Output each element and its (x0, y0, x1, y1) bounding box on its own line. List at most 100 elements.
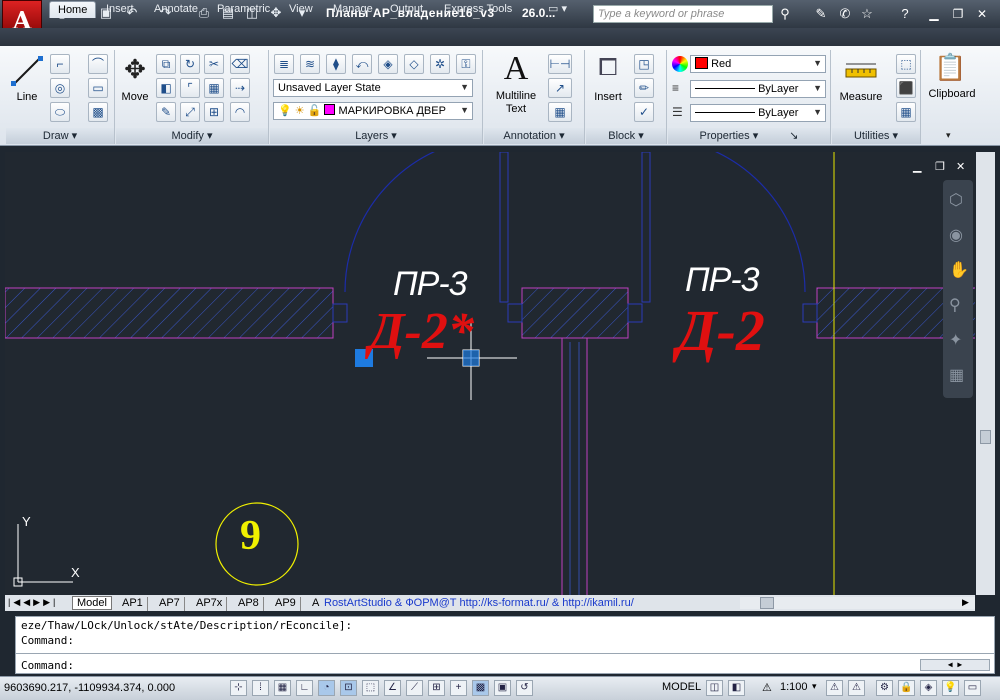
transparency-icon[interactable]: ▩ (472, 680, 489, 696)
chevron-down-icon[interactable]: ▾ (812, 681, 817, 692)
properties-panel-title[interactable]: Properties ▾ ↘ (668, 128, 830, 144)
quick-view-layouts-icon[interactable]: ◫ (706, 680, 723, 696)
circle-icon[interactable]: ◎ (50, 78, 70, 98)
edit-attributes-icon[interactable]: ✓ (634, 102, 654, 122)
block-panel-title[interactable]: Block ▾ (586, 128, 666, 144)
tab-manage[interactable]: Manage (325, 1, 381, 18)
quick-select-icon[interactable]: ⬚ (896, 54, 916, 74)
lineweight-icon[interactable]: ☰ (672, 105, 688, 119)
toolbar-lock-icon[interactable]: 🔒 (898, 680, 915, 696)
close-icon[interactable]: ✕ (972, 6, 992, 22)
viewport-minimize-icon[interactable]: ▁ (913, 160, 921, 173)
polyline-icon[interactable]: ⌐ (50, 54, 70, 74)
workspace-switching-icon[interactable]: ⚙ (876, 680, 893, 696)
tab-layout-ap1[interactable]: AP1 (118, 597, 148, 611)
color-wheel-icon[interactable] (672, 56, 688, 72)
lineweight-toggle-icon[interactable]: + (450, 680, 467, 696)
layer-freeze-icon[interactable]: ✲ (430, 54, 450, 74)
annotation-panel-title[interactable]: Annotation ▾ (484, 128, 584, 144)
layers-panel-title[interactable]: Layers ▾ (270, 128, 482, 144)
rotate-icon[interactable]: ↻ (180, 54, 200, 74)
orbit-icon[interactable]: ✦ (949, 330, 962, 350)
tab-output[interactable]: Output (382, 1, 431, 18)
communication-center-icon[interactable]: ✆ (836, 5, 854, 23)
tab-annotate[interactable]: Annotate (146, 1, 206, 18)
draw-panel-title[interactable]: Draw ▾ (6, 128, 114, 144)
tab-model[interactable]: Model (72, 596, 112, 610)
quick-properties-icon[interactable]: ▣ (494, 680, 511, 696)
rectangle-icon[interactable]: ▭ (88, 78, 108, 98)
search-input[interactable]: Type a keyword or phrase (593, 5, 773, 23)
select-all-icon[interactable]: ⬛ (896, 78, 916, 98)
tab-insert[interactable]: Insert (98, 1, 142, 18)
3d-osnap-icon[interactable]: ⬚ (362, 680, 379, 696)
tab-layout-ap7x[interactable]: AP7x (192, 597, 228, 611)
clipboard-expand-icon[interactable]: ▾ (946, 130, 951, 141)
annotation-visibility-icon[interactable]: ⚠ (826, 680, 843, 696)
tab-layout-a[interactable]: A (308, 597, 323, 611)
layer-off-icon[interactable]: ◇ (404, 54, 424, 74)
linetype-dropdown[interactable]: ByLayer ▼ (690, 80, 826, 98)
offset-icon[interactable]: ⇢ (230, 78, 250, 98)
quick-view-drawings-icon[interactable]: ◧ (728, 680, 745, 696)
array-icon[interactable]: ⊞ (204, 102, 224, 122)
layer-match-icon[interactable]: ⧫ (326, 54, 346, 74)
object-snap-icon[interactable]: ⊡ (340, 680, 357, 696)
annotation-scale[interactable]: 1:100 (780, 681, 808, 693)
current-layer-dropdown[interactable]: 💡 ☀ 🔓 МАРКИРОВКА ДВЕР ▼ (273, 102, 473, 120)
model-space-toggle[interactable]: MODEL (662, 681, 701, 693)
viewport-close-icon[interactable]: ✕ (956, 160, 965, 173)
favorites-star-icon[interactable]: ☆ (858, 5, 876, 23)
calculator-icon[interactable]: ▦ (896, 102, 916, 122)
erase-icon[interactable]: ⌫ (230, 54, 250, 74)
snap-mode-icon[interactable]: ⁞ (252, 680, 269, 696)
ribbon-minimize-icon[interactable]: ▭ ▾ (540, 1, 575, 18)
viewport-restore-icon[interactable]: ❐ (935, 160, 945, 173)
scroll-thumb[interactable] (980, 430, 991, 444)
tab-home[interactable]: Home (49, 1, 97, 18)
dialog-launcher-icon[interactable]: ↘ (789, 130, 798, 142)
tools-icon[interactable]: ✎ (812, 5, 830, 23)
modify-panel-title[interactable]: Modify ▾ (116, 128, 268, 144)
viewcube-icon[interactable]: ⬡ (949, 190, 963, 210)
command-line-window[interactable]: eze/Thaw/LOck/Unlock/stAte/Description/r… (15, 616, 995, 674)
command-scroll-icon[interactable]: ◀ ▶ (920, 659, 990, 671)
tab-layout-ap7[interactable]: AP7 (155, 597, 185, 611)
create-block-icon[interactable]: ◳ (634, 54, 654, 74)
mirror-icon[interactable]: ◧ (156, 78, 176, 98)
line-tool-icon[interactable] (10, 54, 44, 88)
showmotion-icon[interactable]: ▦ (949, 365, 964, 385)
lineweight-dropdown[interactable]: ByLayer ▼ (690, 104, 826, 122)
break-icon[interactable]: ◠ (230, 102, 250, 122)
coordinates-readout[interactable]: 9603690.217, -1109934.374, 0.000 (4, 682, 175, 694)
command-prompt[interactable]: Command: (21, 659, 74, 672)
horizontal-scrollbar[interactable]: ▶ (740, 597, 975, 609)
utilities-panel-title[interactable]: Utilities ▾ (832, 128, 920, 144)
multiline-text-icon[interactable]: A (498, 50, 534, 90)
tab-layout-ap9[interactable]: AP9 (271, 597, 301, 611)
fillet-icon[interactable]: ⌜ (180, 78, 200, 98)
table-icon[interactable]: ▦ (548, 102, 572, 122)
move-icon[interactable]: ✥ (120, 54, 150, 88)
clean-screen-icon[interactable]: ▭ (964, 680, 981, 696)
layer-state-dropdown[interactable]: Unsaved Layer State ▼ (273, 79, 473, 97)
polar-tracking-icon[interactable]: ◔ (318, 680, 335, 696)
grid-display-icon[interactable]: ▦ (274, 680, 291, 696)
minimize-icon[interactable]: ▁ (924, 6, 944, 22)
edit-block-icon[interactable]: ✏ (634, 78, 654, 98)
layer-stack-icon[interactable]: ≋ (300, 54, 320, 74)
otrack-icon[interactable]: ∠ (384, 680, 401, 696)
tab-parametric[interactable]: Parametric (209, 1, 278, 18)
leader-icon[interactable]: ↗ (548, 78, 572, 98)
layer-lock-icon[interactable]: ⚿ (456, 54, 476, 74)
linear-dimension-icon[interactable]: ⊢⊣ (548, 54, 572, 74)
color-dropdown[interactable]: Red ▼ (690, 55, 826, 73)
tab-navigation-arrows-icon[interactable]: |◀◀▶▶| (8, 597, 58, 608)
scroll-thumb[interactable] (760, 597, 774, 609)
steering-wheel-icon[interactable]: ◉ (949, 225, 963, 245)
stretch-icon[interactable]: ✎ (156, 102, 176, 122)
zoom-icon[interactable]: ⚲ (949, 295, 961, 315)
dynamic-input-icon[interactable]: ⊞ (428, 680, 445, 696)
insert-block-icon[interactable]: ⧠ (592, 54, 624, 88)
layer-properties-icon[interactable]: ≣ (274, 54, 294, 74)
